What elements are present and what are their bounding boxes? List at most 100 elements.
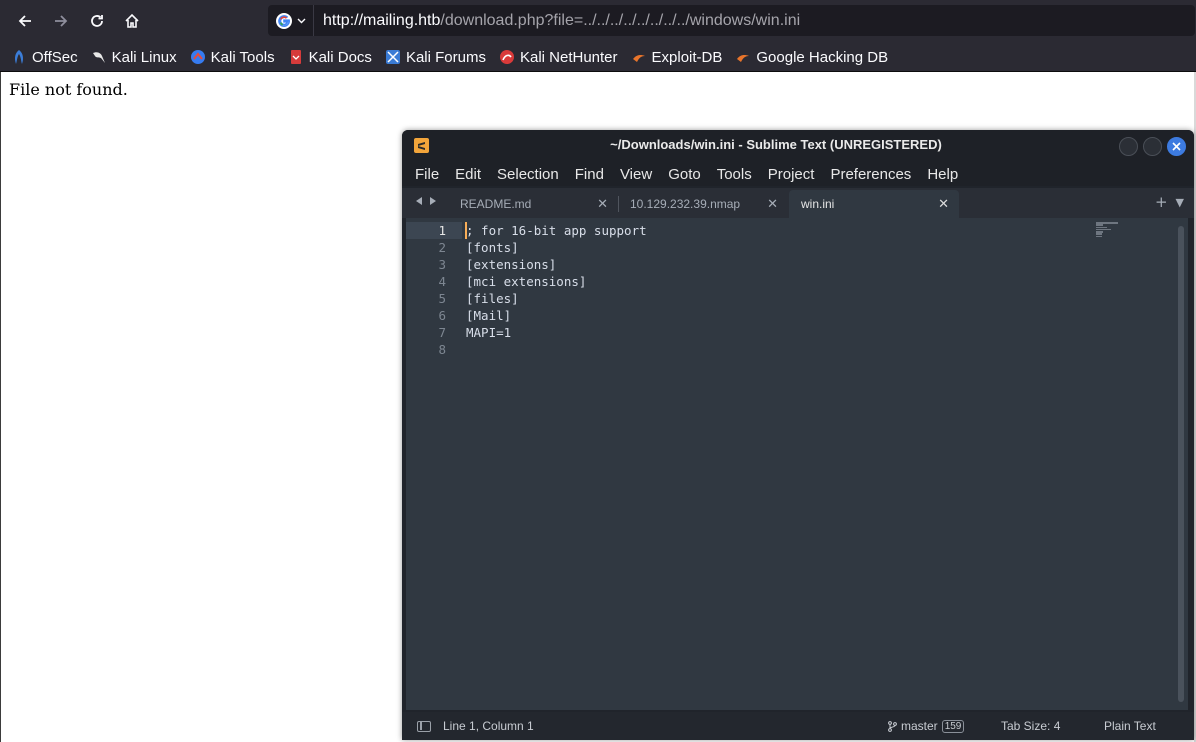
sublime-titlebar[interactable]: ~/Downloads/win.ini - Sublime Text (UNRE… [402, 130, 1194, 162]
close-button[interactable] [1167, 137, 1186, 156]
reload-icon [91, 15, 103, 27]
tab-win-ini[interactable]: win.ini ✕ [789, 190, 959, 218]
bookmark-label: Kali Linux [111, 48, 177, 66]
tab-close-icon[interactable]: ✕ [767, 196, 778, 212]
tab-readme[interactable]: README.md ✕ [448, 190, 618, 218]
maximize-button[interactable] [1143, 137, 1162, 156]
bookmark-label: Kali Forums [405, 48, 486, 66]
menu-view[interactable]: View [620, 166, 652, 183]
line-number: 4 [438, 274, 446, 289]
bookmark-kali-linux[interactable]: Kali Linux [91, 49, 177, 66]
tab-close-icon[interactable]: ✕ [597, 196, 608, 212]
back-arrow-icon [18, 15, 31, 27]
code-line[interactable]: ; for 16-bit app support [466, 222, 647, 239]
bookmarks-toolbar: OffSec Kali Linux Kali Tools Kali Docs K… [0, 44, 1196, 70]
menu-preferences[interactable]: Preferences [830, 166, 911, 183]
menu-help[interactable]: Help [927, 166, 958, 183]
tab-left-arrow-icon[interactable] [414, 196, 424, 206]
url-text[interactable]: http://mailing.htb/download.php?file=../… [314, 12, 800, 30]
menu-find[interactable]: Find [575, 166, 604, 183]
tab-close-icon[interactable]: ✕ [938, 196, 949, 212]
back-button[interactable] [12, 8, 38, 34]
page-message: File not found. [9, 80, 128, 99]
menu-edit[interactable]: Edit [455, 166, 481, 183]
git-branch-icon [888, 720, 897, 732]
git-change-count: 159 [941, 719, 965, 733]
tab-label: README.md [460, 197, 532, 211]
offsec-icon [11, 49, 27, 65]
line-number: 2 [438, 240, 446, 255]
menu-tools[interactable]: Tools [717, 166, 752, 183]
home-icon [125, 13, 139, 28]
ghdb-icon [735, 49, 751, 65]
exploitdb-icon [631, 49, 647, 65]
tab-bar: README.md ✕ 10.129.232.39.nmap ✕ win.ini… [402, 188, 1194, 218]
tab-label: 10.129.232.39.nmap [630, 197, 741, 211]
bookmark-label: Kali NetHunter [519, 48, 618, 66]
bookmark-kali-tools[interactable]: Kali Tools [190, 49, 275, 66]
line-number: 8 [438, 342, 446, 357]
line-number: 7 [438, 325, 446, 340]
line-number: 5 [438, 291, 446, 306]
tab-list-dropdown-icon[interactable]: ▼ [1176, 193, 1184, 213]
menu-project[interactable]: Project [768, 166, 815, 183]
code-line[interactable]: [mci extensions] [466, 273, 586, 290]
minimap[interactable] [1096, 222, 1120, 238]
url-path: /download.php?file=../../../../../../../… [440, 11, 801, 29]
status-bar: Line 1, Column 1 master 159 Tab Size: 4 … [402, 712, 1194, 740]
nethunter-icon [499, 49, 515, 65]
code-line[interactable]: [extensions] [466, 256, 556, 273]
code-line[interactable]: MAPI=1 [466, 324, 511, 341]
code-line[interactable]: [Mail] [466, 307, 511, 324]
bookmark-kali-docs[interactable]: Kali Docs [288, 49, 372, 66]
forward-arrow-icon [55, 15, 68, 27]
url-bar[interactable]: http://mailing.htb/download.php?file=../… [268, 5, 1195, 36]
syntax-indicator[interactable]: Plain Text [1104, 719, 1156, 733]
line-gutter: 1 2 3 4 5 6 7 8 [406, 218, 458, 710]
bookmark-label: Exploit-DB [651, 48, 723, 66]
code-line[interactable]: [fonts] [466, 239, 519, 256]
bookmark-google-hacking-db[interactable]: Google Hacking DB [735, 49, 888, 66]
bookmark-label: Google Hacking DB [756, 48, 889, 66]
tab-right-arrow-icon[interactable] [428, 196, 438, 206]
tab-tools: + ▼ [1155, 193, 1184, 213]
sublime-window-title: ~/Downloads/win.ini - Sublime Text (UNRE… [610, 137, 942, 152]
bookmark-kali-forums[interactable]: Kali Forums [385, 49, 486, 66]
tab-scroll-arrows [414, 196, 438, 206]
line-number: 6 [438, 308, 446, 323]
line-number: 3 [438, 257, 446, 272]
bookmark-offsec[interactable]: OffSec [11, 49, 78, 66]
side-panel-toggle-icon[interactable] [417, 721, 431, 732]
close-icon [1172, 142, 1181, 151]
home-button[interactable] [119, 8, 145, 34]
menu-goto[interactable]: Goto [668, 166, 701, 183]
tab-size-indicator[interactable]: Tab Size: 4 [1001, 719, 1060, 733]
bookmark-kali-nethunter[interactable]: Kali NetHunter [499, 49, 618, 66]
new-tab-plus-icon[interactable]: + [1155, 193, 1168, 213]
kali-forums-icon [385, 49, 401, 65]
menu-selection[interactable]: Selection [497, 166, 559, 183]
code-line[interactable]: [files] [466, 290, 519, 307]
browser-toolbar: http://mailing.htb/download.php?file=../… [0, 0, 1196, 72]
cursor-position[interactable]: Line 1, Column 1 [443, 719, 534, 733]
bookmark-exploit-db[interactable]: Exploit-DB [631, 48, 723, 66]
menu-file[interactable]: File [415, 166, 439, 183]
forward-button[interactable] [48, 8, 74, 34]
url-host: http://mailing.htb [323, 11, 441, 29]
vertical-scrollbar[interactable] [1178, 226, 1184, 702]
nav-bar: http://mailing.htb/download.php?file=../… [0, 0, 1196, 40]
tab-label: win.ini [801, 197, 835, 211]
reload-button[interactable] [84, 8, 110, 34]
bookmark-label: Kali Docs [308, 48, 372, 66]
bookmark-label: Kali Tools [210, 48, 275, 66]
window-border [0, 72, 1, 742]
search-engine-button[interactable] [268, 5, 314, 36]
kali-docs-icon [288, 49, 304, 65]
git-branch-status[interactable]: master 159 [888, 719, 965, 733]
kali-dragon-icon [91, 49, 107, 65]
minimize-button[interactable] [1119, 137, 1138, 156]
tab-nmap[interactable]: 10.129.232.39.nmap ✕ [618, 190, 788, 218]
editor-area[interactable]: 1 2 3 4 5 6 7 8 ; for 16-bit app support… [406, 218, 1188, 710]
kali-tools-icon [190, 49, 206, 65]
chevron-down-icon [297, 18, 306, 24]
